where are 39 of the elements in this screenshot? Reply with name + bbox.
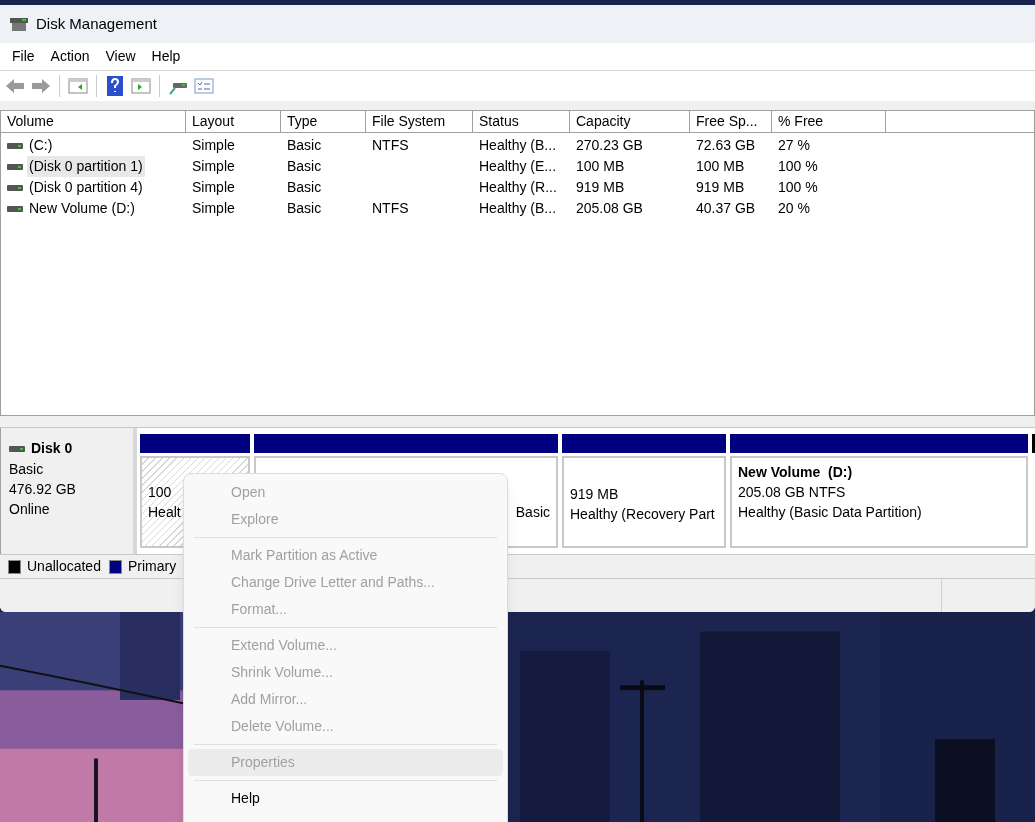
table-cell-text: 270.23 GB xyxy=(576,136,643,155)
table-cell-text: Basic xyxy=(287,178,322,197)
disk-name: Disk 0 xyxy=(31,439,73,458)
table-cell-text: NTFS xyxy=(372,199,409,218)
table-cell-text: 100 % xyxy=(778,178,818,197)
table-cell-text: Simple xyxy=(192,157,235,176)
legend-label: Unallocated xyxy=(27,557,101,576)
table-cell-text: 919 MB xyxy=(576,178,625,197)
legend-label: Primary xyxy=(127,557,177,576)
table-cell-text: 100 MB xyxy=(696,157,745,176)
table-cell-text: Basic xyxy=(287,157,322,176)
table-cell-text: Healthy (E... xyxy=(479,157,557,176)
disk-info-text: 476.92 GB xyxy=(9,480,77,499)
table-cell-text: Healthy (B... xyxy=(479,136,557,155)
table-cell-text: 20 % xyxy=(778,199,810,218)
table-cell-text: Simple xyxy=(192,199,235,218)
table-cell-text: 27 % xyxy=(778,136,810,155)
partition-info-text: Healthy (Basic Data Partition) xyxy=(738,503,923,522)
window-title: Disk Management xyxy=(36,13,157,34)
partition-title: New Volume (D:) xyxy=(738,463,854,482)
table-cell-text: 919 MB xyxy=(696,178,745,197)
partition-info-text: 205.08 GB NTFS xyxy=(738,483,847,502)
table-cell-text: 100 % xyxy=(778,157,818,176)
table-cell-text: 72.63 GB xyxy=(696,136,756,155)
table-cell-text: Basic xyxy=(287,199,322,218)
table-cell-text: Simple xyxy=(192,136,235,155)
table-cell-text: Healthy (R... xyxy=(479,178,557,197)
table-cell-text: NTFS xyxy=(372,136,409,155)
table-cell-text: Healthy (B... xyxy=(479,199,557,218)
table-cell-text: 40.37 GB xyxy=(696,199,756,218)
table-cell-text: 205.08 GB xyxy=(576,199,643,218)
partition-info-text: Healthy (Recovery Part xyxy=(570,505,716,524)
disk-info-text: Basic xyxy=(9,460,45,479)
table-cell-text: Simple xyxy=(192,178,235,197)
partition-info-text: 919 MB xyxy=(570,485,620,504)
table-cell-text: Basic xyxy=(287,136,322,155)
disk-info-text: Online xyxy=(9,500,51,519)
table-cell-text: 100 MB xyxy=(576,157,625,176)
partition-info-text: Basic xyxy=(515,503,550,522)
